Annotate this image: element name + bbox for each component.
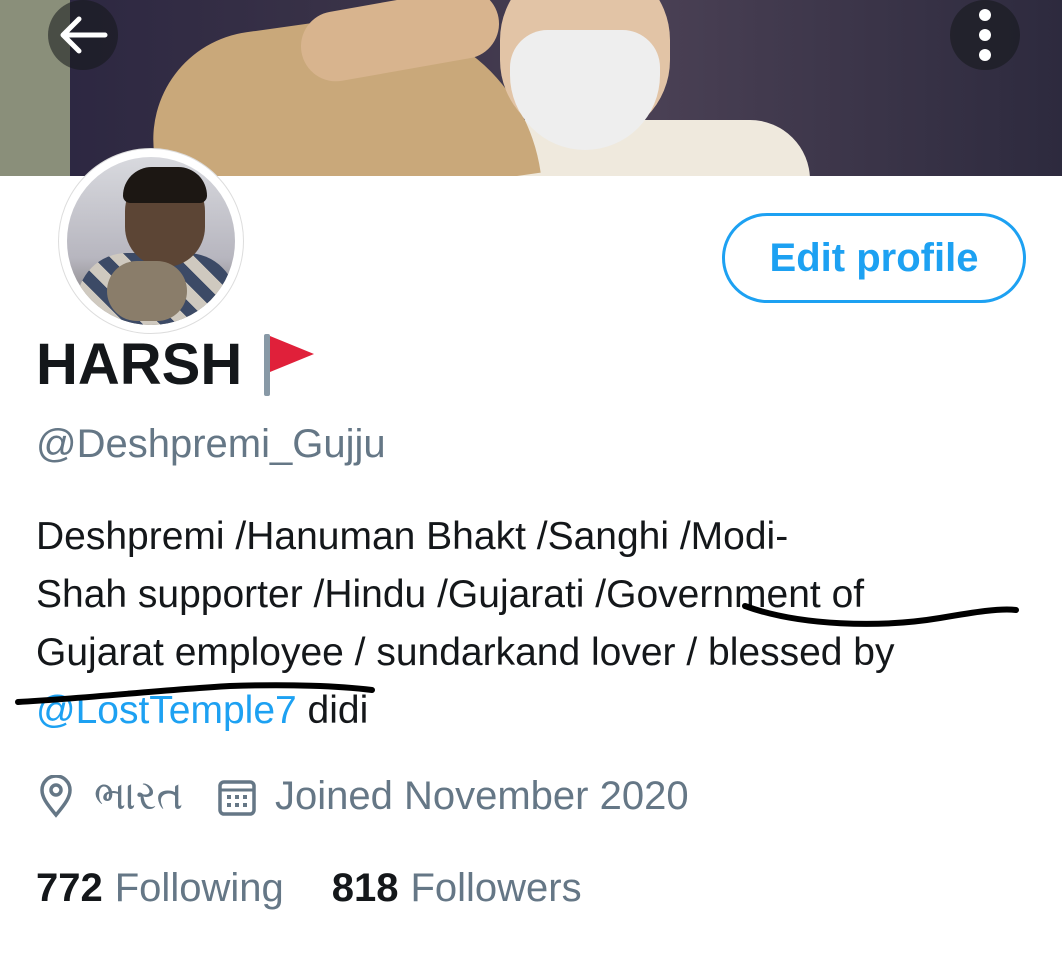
bio-mention-link[interactable]: @LostTemple7 — [36, 689, 297, 732]
bio-line-4: @LostTemple7 didi — [36, 682, 1036, 740]
location-pin-icon — [40, 774, 72, 818]
bio-line-3: Gujarat employee / sundarkand lover / bl… — [36, 631, 895, 674]
more-options-button[interactable] — [950, 0, 1020, 70]
arrow-left-icon — [60, 16, 108, 54]
joined-text: Joined November 2020 — [275, 774, 689, 818]
avatar-hair — [123, 167, 207, 203]
calendar-icon — [218, 779, 256, 816]
more-vertical-icon — [979, 9, 991, 61]
bio-line-4-rest: didi — [296, 689, 369, 732]
avatar-cat — [107, 261, 187, 321]
location-item: ભારત — [36, 774, 183, 819]
following-stat[interactable]: 772 Following — [36, 866, 284, 911]
profile-meta: ભારત Joined November 2020 — [36, 774, 723, 819]
bio-line-1: Deshpremi /Hanuman Bhakt /Sanghi /Modi- — [36, 515, 789, 558]
followers-count: 818 — [331, 866, 399, 910]
profile-name: HARSH — [36, 330, 318, 398]
location-text: ભારત — [94, 774, 183, 818]
bio-line-2: Shah supporter /Hindu /Gujarati /Governm… — [36, 573, 865, 616]
avatar-photo — [67, 157, 235, 325]
joined-item: Joined November 2020 — [217, 774, 689, 819]
red-flag-icon — [262, 330, 318, 398]
profile-avatar[interactable] — [58, 148, 244, 334]
display-name: HARSH — [36, 331, 243, 397]
following-label: Following — [114, 866, 284, 910]
profile-handle: @Deshpremi_Gujju — [36, 422, 386, 466]
followers-label: Followers — [410, 866, 582, 910]
back-button[interactable] — [48, 0, 118, 70]
followers-stat[interactable]: 818 Followers — [332, 866, 582, 911]
profile-bio: Deshpremi /Hanuman Bhakt /Sanghi /Modi- … — [36, 508, 1036, 740]
edit-profile-button[interactable]: Edit profile — [722, 213, 1026, 303]
following-count: 772 — [36, 866, 103, 910]
follow-stats: 772 Following 818 Followers — [36, 866, 630, 911]
